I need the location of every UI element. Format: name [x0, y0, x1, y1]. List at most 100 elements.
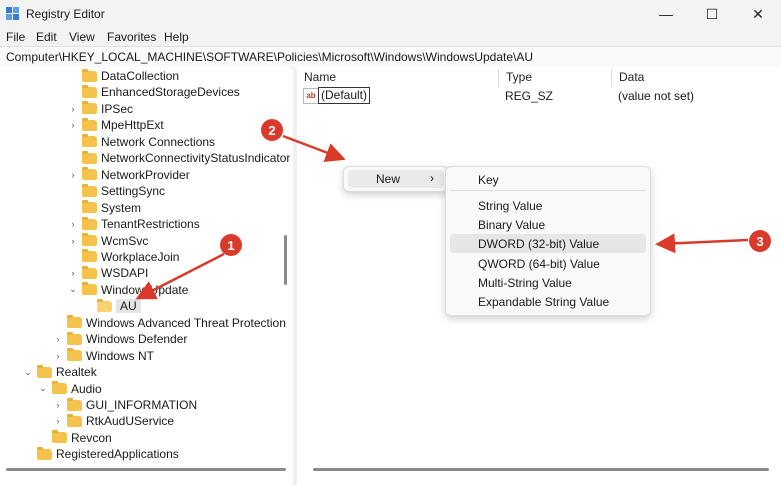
submenu-item-dword-value[interactable]: DWORD (32-bit) Value	[450, 234, 646, 253]
submenu-item-binary-value[interactable]: Binary Value	[450, 215, 646, 234]
tree-node[interactable]: ⌄ Realtek	[23, 364, 97, 380]
tree-node[interactable]: › RtkAudUService	[53, 413, 174, 429]
chevron-right-icon[interactable]: ›	[68, 104, 78, 114]
tree-node[interactable]: SettingSync	[68, 183, 165, 199]
column-header-name[interactable]: Name	[304, 70, 336, 84]
maximize-button[interactable]: ☐	[689, 0, 735, 28]
tree-node[interactable]: System	[68, 200, 141, 216]
key-tree-pane[interactable]: DataCollection EnhancedStorageDevices › IPS…	[0, 67, 290, 485]
minimize-button[interactable]: —	[643, 0, 689, 28]
tree-node[interactable]: DataCollection	[68, 68, 179, 84]
tree-node-label: EnhancedStorageDevices	[101, 85, 240, 100]
menu-file[interactable]: File	[6, 30, 25, 44]
column-separator[interactable]	[498, 69, 499, 87]
chevron-right-icon[interactable]: ›	[53, 416, 63, 426]
menu-edit[interactable]: Edit	[36, 30, 57, 44]
menu-help[interactable]: Help	[164, 30, 189, 44]
tree-node[interactable]: › GUI_INFORMATION	[53, 397, 197, 413]
tree-node[interactable]: WorkplaceJoin	[68, 249, 179, 265]
tree-node-label: NetworkProvider	[101, 167, 190, 182]
folder-icon	[37, 364, 52, 378]
chevron-down-icon[interactable]: ⌄	[23, 367, 33, 378]
context-menu-new[interactable]: New ›	[348, 170, 444, 188]
tree-node[interactable]: Revcon	[38, 430, 112, 446]
column-header-data[interactable]: Data	[619, 70, 644, 84]
tree-node-label: SettingSync	[101, 184, 166, 199]
menu-view[interactable]: View	[69, 30, 95, 44]
submenu-item-label: QWORD (64-bit) Value	[478, 257, 600, 271]
registry-editor-icon	[6, 7, 19, 20]
tree-node-label: Windows Advanced Threat Protection	[86, 315, 286, 330]
tree-node-label: AU	[116, 299, 141, 314]
folder-icon	[82, 150, 97, 164]
submenu-divider	[450, 190, 646, 191]
chevron-right-icon[interactable]: ›	[53, 351, 63, 361]
menu-bar: File Edit View Favorites Help	[0, 28, 781, 46]
column-separator[interactable]	[611, 69, 612, 87]
chevron-right-icon[interactable]: ›	[53, 334, 63, 344]
address-bar[interactable]: Computer\HKEY_LOCAL_MACHINE\SOFTWARE\Pol…	[0, 46, 781, 68]
tree-node[interactable]: › NetworkProvider	[68, 167, 190, 183]
chevron-right-icon[interactable]: ›	[68, 219, 78, 229]
tree-node[interactable]: › MpeHttpExt	[68, 117, 164, 133]
new-label: New	[376, 172, 401, 186]
tree-node-label: WSDAPI	[101, 266, 149, 281]
tree-node[interactable]: Windows Advanced Threat Protection	[53, 315, 286, 331]
tree-node-label: Windows Defender	[86, 332, 188, 347]
submenu-item-label: Binary Value	[478, 218, 546, 232]
window-title: Registry Editor	[26, 7, 105, 21]
close-button[interactable]: ✕	[735, 0, 781, 28]
submenu-item-label: Key	[478, 173, 499, 187]
folder-icon	[37, 446, 52, 460]
values-horizontal-scrollbar[interactable]	[313, 468, 769, 471]
tree-node-label: MpeHttpExt	[101, 118, 164, 133]
address-path[interactable]: Computer\HKEY_LOCAL_MACHINE\SOFTWARE\Pol…	[6, 50, 533, 64]
tree-node[interactable]: ⌄ WindowsUpdate	[68, 282, 188, 298]
chevron-right-icon[interactable]: ›	[68, 170, 78, 180]
tree-node[interactable]: Network Connections	[68, 134, 215, 150]
tree-node[interactable]: › Windows Defender	[53, 331, 187, 347]
tree-node[interactable]: › WcmSvc	[68, 233, 148, 249]
value-name[interactable]: (Default)	[318, 87, 371, 104]
folder-icon	[67, 315, 82, 329]
tree-node[interactable]: ⌄ Audio	[38, 381, 102, 397]
submenu-item-qword-value[interactable]: QWORD (64-bit) Value	[450, 254, 646, 273]
tree-node-label: Audio	[71, 381, 102, 396]
tree-node[interactable]: NetworkConnectivityStatusIndicator	[68, 150, 290, 166]
tree-node[interactable]: › WSDAPI	[68, 265, 148, 281]
menu-favorites[interactable]: Favorites	[107, 30, 156, 44]
chevron-right-icon[interactable]: ›	[68, 268, 78, 278]
chevron-right-icon[interactable]: ›	[53, 400, 63, 410]
folder-icon	[82, 282, 97, 296]
submenu-item-label: Expandable String Value	[478, 295, 610, 309]
chevron-down-icon[interactable]: ⌄	[38, 383, 48, 394]
tree-node[interactable]: › Windows NT	[53, 348, 154, 364]
value-row[interactable]: ab (Default) REG_SZ (value not set)	[303, 87, 773, 105]
tree-node-label: WindowsUpdate	[101, 282, 189, 297]
tree-node[interactable]: › TenantRestrictions	[68, 216, 200, 232]
tree-node[interactable]: AU	[83, 298, 141, 314]
chevron-right-icon[interactable]: ›	[68, 236, 78, 246]
column-header-type[interactable]: Type	[506, 70, 532, 84]
submenu-item-key[interactable]: Key	[450, 170, 646, 189]
folder-icon	[67, 331, 82, 345]
folder-icon	[52, 430, 67, 444]
value-data: (value not set)	[618, 89, 695, 103]
chevron-down-icon[interactable]: ⌄	[68, 284, 78, 295]
folder-icon	[82, 183, 97, 197]
tree-horizontal-scrollbar[interactable]	[6, 468, 286, 471]
folder-icon	[67, 413, 82, 427]
submenu-item-string-value[interactable]: String Value	[450, 196, 646, 215]
tree-node[interactable]: › IPSec	[68, 101, 133, 117]
folder-icon	[82, 200, 97, 214]
submenu-item-label: DWORD (32-bit) Value	[478, 237, 600, 251]
context-menu: New ›	[343, 166, 449, 192]
submenu-item-multi-string-value[interactable]: Multi-String Value	[450, 273, 646, 292]
chevron-right-icon[interactable]: ›	[68, 120, 78, 130]
folder-icon	[82, 216, 97, 230]
tree-node-label: DataCollection	[101, 69, 180, 83]
tree-node[interactable]: EnhancedStorageDevices	[68, 84, 240, 100]
submenu-item-expandable-string-value[interactable]: Expandable String Value	[450, 292, 646, 311]
tree-vertical-scrollbar[interactable]	[284, 235, 287, 285]
tree-node[interactable]: RegisteredApplications	[23, 446, 179, 462]
